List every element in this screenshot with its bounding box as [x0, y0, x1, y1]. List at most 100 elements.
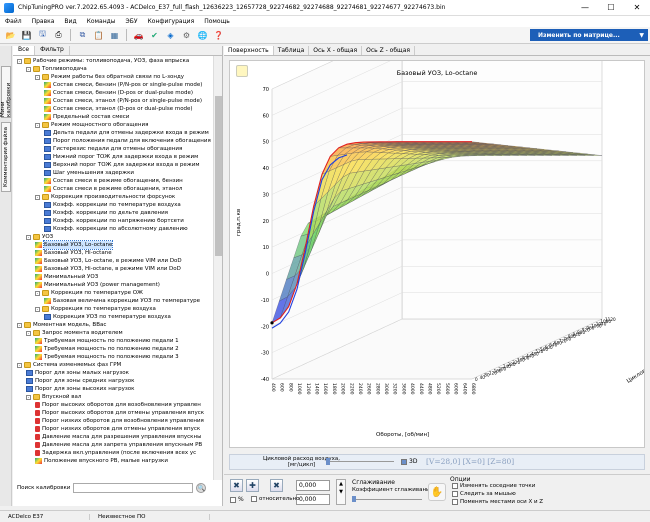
save-as-icon[interactable]: 🖫 [36, 29, 49, 42]
tab-axis-x[interactable]: Ось X - общая [309, 46, 363, 55]
air-flow-slider[interactable] [326, 458, 394, 465]
maximize-button[interactable]: ☐ [598, 0, 624, 16]
multiply-button[interactable]: ✖ [230, 479, 243, 492]
tree-item[interactable]: Порог высоких оборотов для возобновления… [35, 401, 201, 409]
tree-item[interactable]: Нижний порог ТОЖ для задержки входа в ре… [44, 153, 198, 161]
table-icon[interactable]: ▦ [108, 29, 121, 42]
tree-folder[interactable]: - Топливоподача [26, 65, 87, 73]
option-swap-axes-checkbox[interactable] [452, 499, 458, 505]
filter-icon[interactable]: ⚙ [180, 29, 193, 42]
tree-item[interactable]: Давление масла для запрета управления вп… [35, 441, 202, 449]
help-icon[interactable]: ❓ [212, 29, 225, 42]
tree-item[interactable]: Давление масла для разрешения управления… [35, 433, 201, 441]
tree-folder[interactable]: - УОЗ [26, 233, 53, 241]
expander-icon[interactable]: - [35, 74, 40, 80]
paste-icon[interactable]: 📋 [92, 29, 105, 42]
tree-item[interactable]: Минимальный УОЗ (power management) [35, 281, 160, 289]
tree-item[interactable]: Требуемая мощность по положению педали 3 [35, 353, 179, 361]
minimize-button[interactable]: — [572, 0, 598, 16]
tab-surface[interactable]: Поверхность [224, 46, 274, 55]
menu-ecu[interactable]: ЭБУ [121, 18, 143, 25]
map-icon[interactable]: 🌐 [196, 29, 209, 42]
mode-3d-checkbox[interactable] [401, 458, 407, 465]
tree-item[interactable]: Базовый УОЗ, Lo-octane [35, 240, 114, 250]
add-button[interactable]: ✚ [246, 479, 259, 492]
lightbulb-icon[interactable] [236, 65, 248, 77]
menu-file[interactable]: Файл [0, 18, 27, 25]
surface-chart[interactable]: -40 -30 -20 -10 0 10 20 30 40 50 60 70 400 600 800 1000… [229, 28, 650, 448]
tree-folder[interactable]: - Система изменяемых фаз ГРМ [17, 361, 121, 369]
tab-filter[interactable]: Фильтр [35, 46, 70, 55]
checksum-icon[interactable]: ✔ [148, 29, 161, 42]
percent-checkbox[interactable] [230, 496, 236, 503]
expander-icon[interactable]: - [26, 394, 31, 400]
compare-icon[interactable]: ◈ [164, 29, 177, 42]
menu-view[interactable]: Вид [59, 18, 81, 25]
tree-folder[interactable]: - Коррекция по температуре воздуха [35, 305, 156, 313]
tree-folder[interactable]: - Запрос момента водителем [26, 329, 123, 337]
hand-smooth-icon[interactable]: ✋ [428, 483, 446, 501]
relative-checkbox[interactable] [251, 496, 257, 502]
option-follow-mouse[interactable]: Следить за мышью [452, 491, 516, 497]
tree-item[interactable]: Требуемая мощность по положению педали 2 [35, 345, 179, 353]
menu-edit[interactable]: Правка [27, 18, 60, 25]
option-adjacent[interactable]: Изменять соседние точки [452, 483, 535, 489]
value-input-1[interactable]: 0,000 [296, 480, 330, 491]
tree-item[interactable]: Предельный состав смеси [44, 113, 129, 121]
tree-item[interactable]: Порог для зоны средних нагрузок [26, 377, 134, 385]
tree-item[interactable]: Базовая величина коррекции УОЗ по темпер… [44, 297, 200, 305]
tree-item[interactable]: Базовый УОЗ, Lo-octane, в режиме VIM или… [35, 257, 182, 265]
tree-folder[interactable]: - Режим мощностного обогащения [35, 121, 148, 129]
tree-folder[interactable]: - Коррекция производительности форсунок [35, 193, 175, 201]
tree-item[interactable]: Порог низких оборотов для отмены управле… [35, 425, 200, 433]
menu-help[interactable]: Помощь [199, 18, 235, 25]
mode-3d-toggle[interactable]: 3D [401, 458, 417, 465]
open-folder-icon[interactable]: 📂 [4, 29, 17, 42]
tree-item[interactable]: Состав смеси, бензин (D-pos or dual-puls… [44, 89, 193, 97]
tree-item[interactable]: Дельта педали для отмены задержки входа … [44, 129, 209, 137]
change-by-matrix-button[interactable]: Изменить по матрице... ▼ [530, 29, 648, 41]
tree-item[interactable]: Состав смеси в режиме обогащения, этанол [44, 185, 182, 193]
search-input[interactable] [73, 483, 194, 493]
menu-commands[interactable]: Команды [82, 18, 121, 25]
expander-icon[interactable]: - [26, 234, 31, 240]
smooth-slider-handle[interactable] [352, 496, 356, 502]
option-adjacent-checkbox[interactable] [452, 483, 458, 489]
tree-folder[interactable]: - Рабочие режимы: топливоподача, УОЗ, фаз… [17, 57, 189, 65]
expander-icon[interactable]: - [26, 330, 31, 336]
slider-handle[interactable] [326, 458, 330, 465]
tree-item[interactable]: Базовый УОЗ, Hi-octane, в режиме VIM или… [35, 265, 181, 273]
tree-item[interactable]: Коэфф. коррекции по температуре воздуха [44, 201, 181, 209]
smooth-slider[interactable] [352, 496, 422, 502]
tree-item[interactable]: Состав смеси в режиме обогащения, бензин [44, 177, 183, 185]
expander-icon[interactable]: - [35, 194, 40, 200]
scrollbar-thumb[interactable] [215, 96, 222, 256]
expander-icon[interactable]: - [35, 306, 40, 312]
menu-config[interactable]: Конфигурация [143, 18, 200, 25]
tree-item[interactable]: Коэфф. коррекции по дельте давления [44, 209, 168, 217]
tree-item[interactable]: Коэфф. коррекции по напряжению бортсети [44, 217, 184, 225]
tree-item[interactable]: Шаг уменьшения задержки [44, 169, 134, 177]
tree-item[interactable]: Задержка вкл.управления (после включения… [35, 449, 196, 457]
tree-item[interactable]: Порог высоких оборотов для отмены управл… [35, 409, 204, 417]
save-icon[interactable]: 💾 [20, 29, 33, 42]
print-icon[interactable]: ⎙ [52, 29, 65, 42]
tree-item[interactable]: Гистерезис педали для отмены обогащения [44, 145, 182, 153]
tree-item[interactable]: Минимальный УОЗ [35, 273, 98, 281]
option-swap-axes[interactable]: Поменять местами оси X и Z [452, 499, 543, 505]
tree-item[interactable]: Порог положения педали для включения обо… [44, 137, 211, 145]
expander-icon[interactable]: - [17, 362, 22, 368]
expander-icon[interactable]: - [35, 122, 40, 128]
value-input-2[interactable]: 0,000 [296, 494, 330, 505]
tree-item[interactable]: Базовый УОЗ, Hi-octane [35, 249, 112, 257]
expander-icon[interactable]: - [17, 322, 22, 328]
tree-item[interactable]: Порог для зоны малых нагрузок [26, 369, 129, 377]
close-button[interactable]: ✕ [624, 0, 650, 16]
tree-folder[interactable]: - Моментная модель, ВВас [17, 321, 106, 329]
expander-icon[interactable]: - [17, 58, 22, 64]
remove-button[interactable]: ✖ [270, 479, 283, 492]
tab-mini-calibrations[interactable]: Мини калибровки [0, 66, 12, 118]
tree-folder[interactable]: - Коррекция по температуре ОЖ [35, 289, 143, 297]
tree-item[interactable]: Коэфф. коррекции по абсолютному давлению [44, 225, 188, 233]
percent-option[interactable]: % [230, 496, 244, 503]
